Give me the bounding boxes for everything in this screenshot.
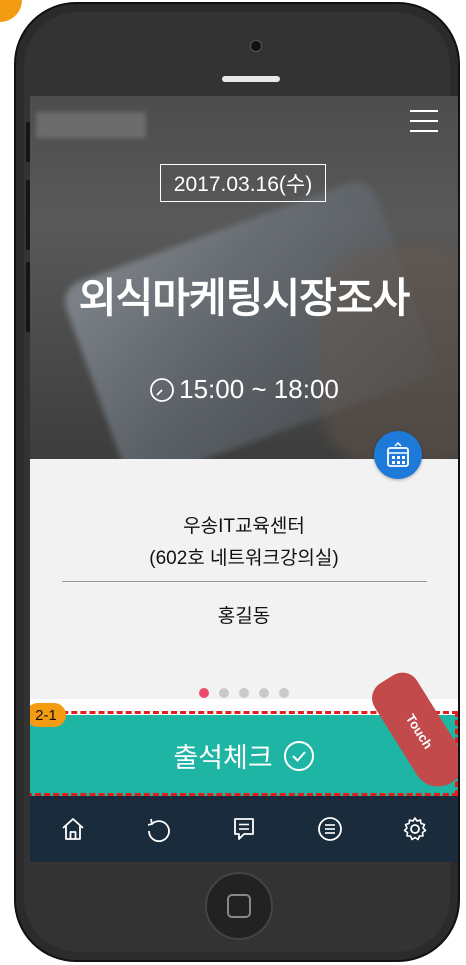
home-icon	[62, 818, 84, 840]
hamburger-menu-icon[interactable]	[410, 110, 438, 132]
page-dot[interactable]	[239, 688, 249, 698]
earpiece-speaker	[222, 76, 280, 82]
calendar-button[interactable]	[374, 431, 422, 479]
event-date: 2017.03.16(수)	[160, 164, 326, 202]
list-icon	[317, 817, 342, 841]
event-title: 외식마케팅시장조사	[78, 275, 410, 321]
hero-banner: 2017.03.16(수) 외식마케팅시장조사 15:00 ~ 18:00	[30, 96, 458, 459]
corner-badge	[0, 0, 22, 22]
event-instructor: 홍길동	[217, 606, 271, 627]
event-time: 15:00 ~ 18:00	[179, 374, 339, 404]
step-badge: 2-1	[30, 703, 66, 727]
calendar-icon	[387, 442, 409, 467]
phone-home-button[interactable]	[205, 872, 273, 940]
tab-home[interactable]	[53, 809, 93, 849]
event-room: (602호 네트워크강의실)	[149, 548, 339, 569]
tab-refresh[interactable]	[138, 809, 178, 849]
page-dot[interactable]	[219, 688, 229, 698]
blurred-logo	[36, 112, 146, 138]
home-button-square-icon	[227, 894, 251, 918]
page-dot[interactable]	[199, 688, 209, 698]
tab-settings[interactable]	[395, 809, 435, 849]
bottom-tab-bar	[30, 796, 458, 862]
event-location: 우송IT교육센터	[183, 516, 305, 537]
page-dot[interactable]	[259, 688, 269, 698]
attendance-check-label: 출석체크	[173, 743, 273, 773]
event-time-row: 15:00 ~ 18:00	[30, 374, 458, 405]
event-info-panel: 우송IT교육센터 (602호 네트워크강의실) 홍길동	[30, 459, 458, 699]
message-icon	[234, 818, 254, 840]
app-screen: 2017.03.16(수) 외식마케팅시장조사 15:00 ~ 18:00 우송…	[30, 96, 458, 862]
tab-message[interactable]	[224, 809, 264, 849]
check-circle-icon	[283, 740, 314, 771]
touch-label: Touch	[402, 710, 436, 752]
refresh-icon	[148, 818, 171, 843]
front-camera	[250, 40, 262, 52]
clock-icon	[150, 377, 175, 402]
page-dot[interactable]	[279, 688, 289, 698]
info-divider	[62, 581, 427, 582]
tab-list[interactable]	[310, 809, 350, 849]
settings-icon	[403, 817, 427, 841]
